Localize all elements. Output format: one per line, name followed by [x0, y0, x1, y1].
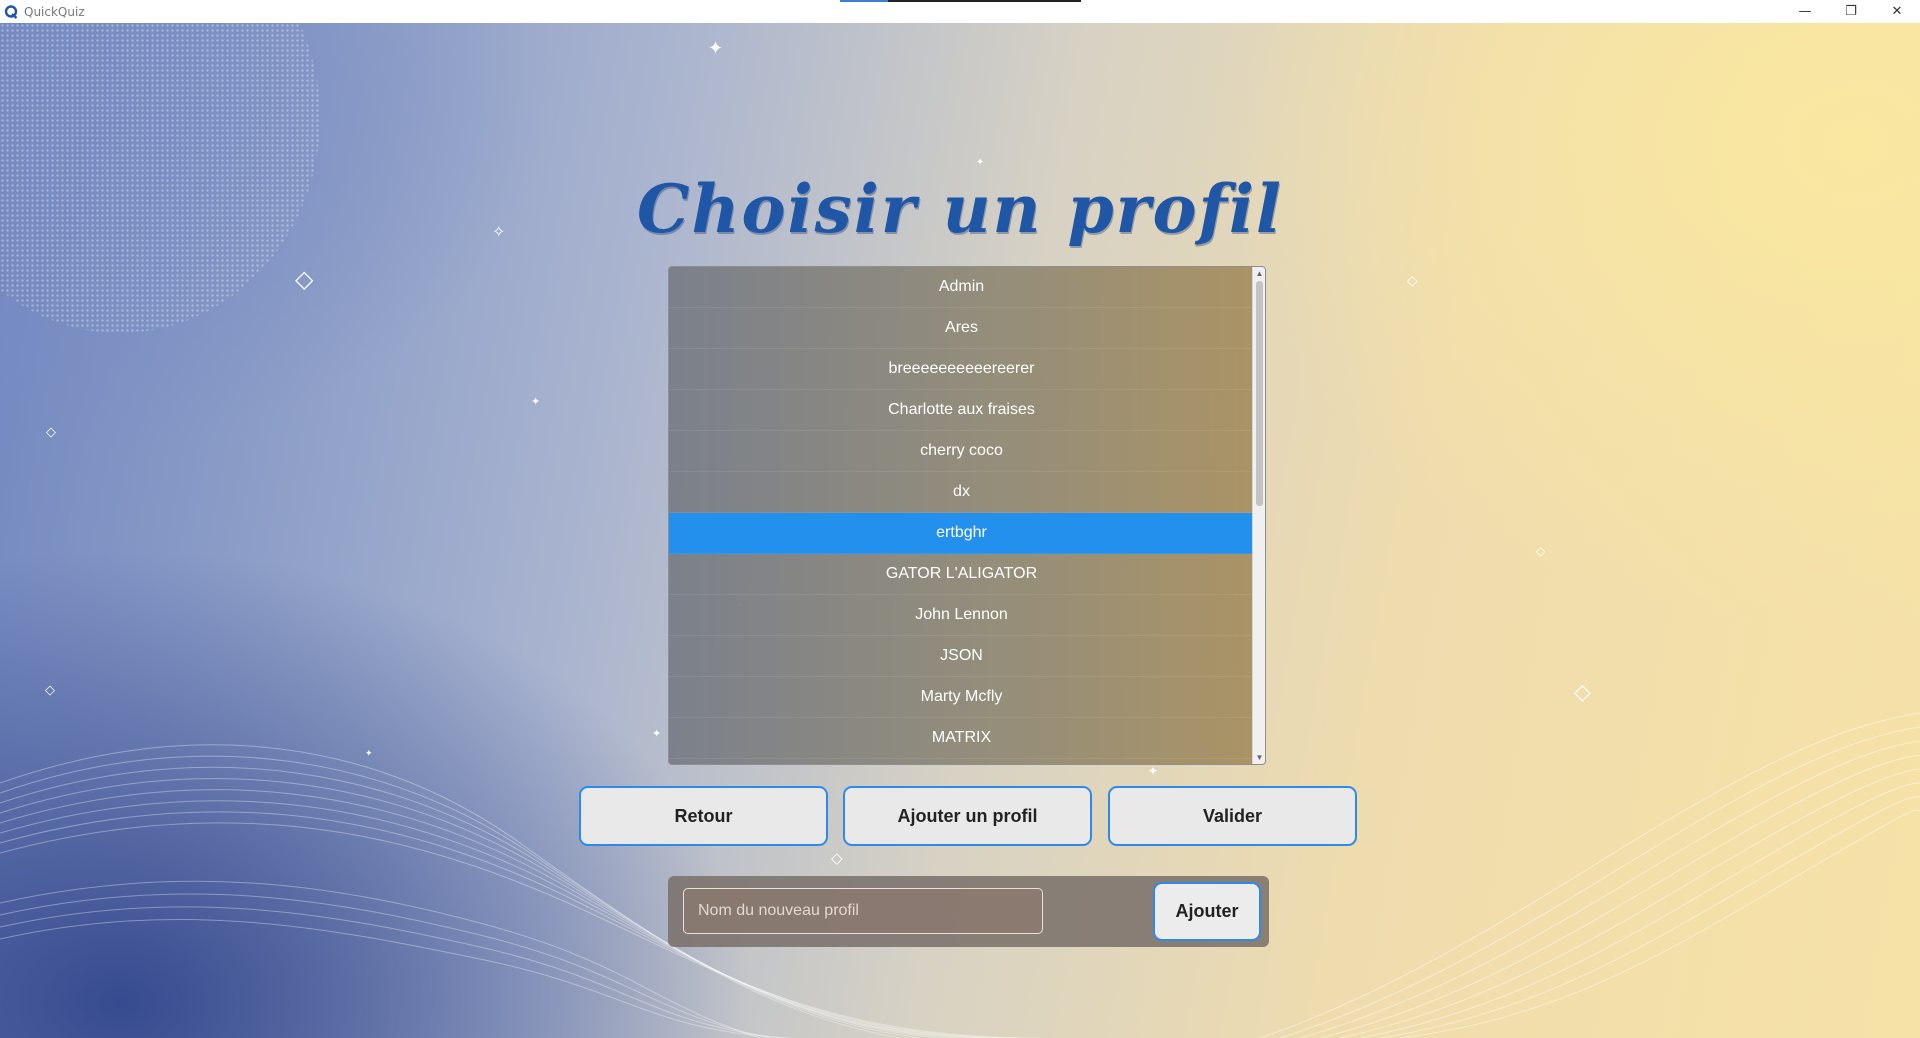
list-item[interactable]: breeeeeeeeeereerer — [669, 349, 1254, 390]
minimize-button[interactable]: — — [1782, 0, 1828, 23]
sparkle-icon: ✦ — [976, 157, 985, 168]
scroll-up-arrow-icon[interactable]: ▲ — [1253, 267, 1265, 280]
new-profile-name-input[interactable]: Nom du nouveau profil — [683, 888, 1043, 934]
validate-button[interactable]: Valider — [1108, 786, 1357, 846]
list-item[interactable]: Ares — [669, 308, 1254, 349]
sparkle-icon: ✦ — [708, 38, 724, 58]
sparkle-icon: ◇ — [46, 424, 56, 439]
sparkle-icon: ◇ — [831, 850, 843, 867]
close-button[interactable]: ✕ — [1874, 0, 1920, 23]
list-item[interactable]: MATRIX — [669, 718, 1254, 759]
sparkle-icon: ◇ — [1536, 544, 1546, 558]
profile-list[interactable]: Admin Ares breeeeeeeeeereerer Charlotte aux… — [668, 266, 1266, 765]
list-item-selected[interactable]: ertbghr — [669, 513, 1254, 554]
list-item[interactable]: Marty Mcfly — [669, 677, 1254, 718]
list-item[interactable]: JSON — [669, 636, 1254, 677]
list-item[interactable]: Charlotte aux fraises — [669, 390, 1254, 431]
restore-button[interactable]: ❐ — [1828, 0, 1874, 23]
sparkle-icon: ◇ — [1574, 679, 1591, 704]
back-button[interactable]: Retour — [579, 786, 828, 846]
sparkle-icon: ◇ — [1407, 272, 1418, 288]
new-profile-panel: Nom du nouveau profil Ajouter — [668, 876, 1269, 947]
sparkle-icon: ✦ — [1148, 764, 1159, 778]
loading-progress-fill — [840, 0, 889, 2]
profile-list-scrollbar[interactable]: ▲ ▼ — [1252, 267, 1265, 764]
sparkle-icon: ✦ — [652, 728, 662, 740]
loading-progress-bar — [840, 0, 1081, 2]
add-profile-button[interactable]: Ajouter un profil — [843, 786, 1092, 846]
list-item[interactable]: dx — [669, 472, 1254, 513]
list-item[interactable]: John Lennon — [669, 595, 1254, 636]
sparkle-icon: ✦ — [531, 396, 541, 408]
add-button[interactable]: Ajouter — [1153, 882, 1261, 941]
sparkle-icon: ◇ — [295, 266, 314, 293]
sparkle-icon: ✦ — [365, 748, 373, 758]
profile-list-items: Admin Ares breeeeeeeeeereerer Charlotte aux… — [669, 267, 1254, 759]
page-title: Choisir un profil — [636, 170, 1283, 248]
sparkle-icon: ◇ — [45, 682, 55, 697]
list-item[interactable]: cherry coco — [669, 431, 1254, 472]
scroll-down-arrow-icon[interactable]: ▼ — [1253, 751, 1265, 764]
list-item[interactable]: GATOR L'ALIGATOR — [669, 554, 1254, 595]
window-title-bar: QuickQuiz — ❐ ✕ — [0, 0, 1920, 23]
scroll-thumb[interactable] — [1256, 281, 1263, 506]
window-title: QuickQuiz — [24, 4, 85, 19]
quickquiz-logo-icon — [4, 4, 18, 19]
list-item[interactable]: Admin — [669, 267, 1254, 308]
